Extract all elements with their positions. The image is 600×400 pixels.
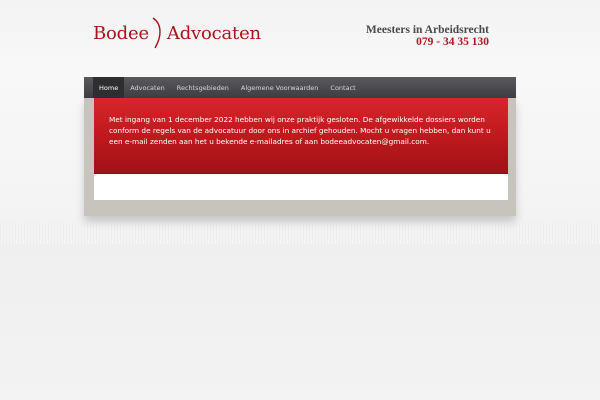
site-logo[interactable]: Bodee Advocaten [93,16,261,50]
logo-text-left: Bodee [93,22,149,44]
decorative-stripes [0,222,600,244]
main-navigation: Home Advocaten Rechtsgebieden Algemene V… [84,77,516,98]
logo-text-right: Advocaten [166,22,261,44]
nav-item-rechtsgebieden[interactable]: Rechtsgebieden [171,77,235,98]
notice-text: Met ingang van 1 december 2022 hebben wi… [109,115,491,146]
phone-number: 079 - 34 35 130 [416,36,489,48]
page-background [0,244,600,400]
nav-item-home[interactable]: Home [93,77,125,98]
nav-item-algemene-voorwaarden[interactable]: Algemene Voorwaarden [235,77,325,98]
tagline-text: Meesters in Arbeidsrecht [365,24,489,36]
header-tagline: Meesters in Arbeidsrecht 079 - 34 35 130 [366,24,489,49]
content-white-band [94,174,508,200]
notice-panel: Met ingang van 1 december 2022 hebben wi… [94,98,508,174]
logo-swoosh-icon [152,17,161,49]
nav-item-advocaten[interactable]: Advocaten [124,77,171,98]
nav-item-contact[interactable]: Contact [324,77,361,98]
